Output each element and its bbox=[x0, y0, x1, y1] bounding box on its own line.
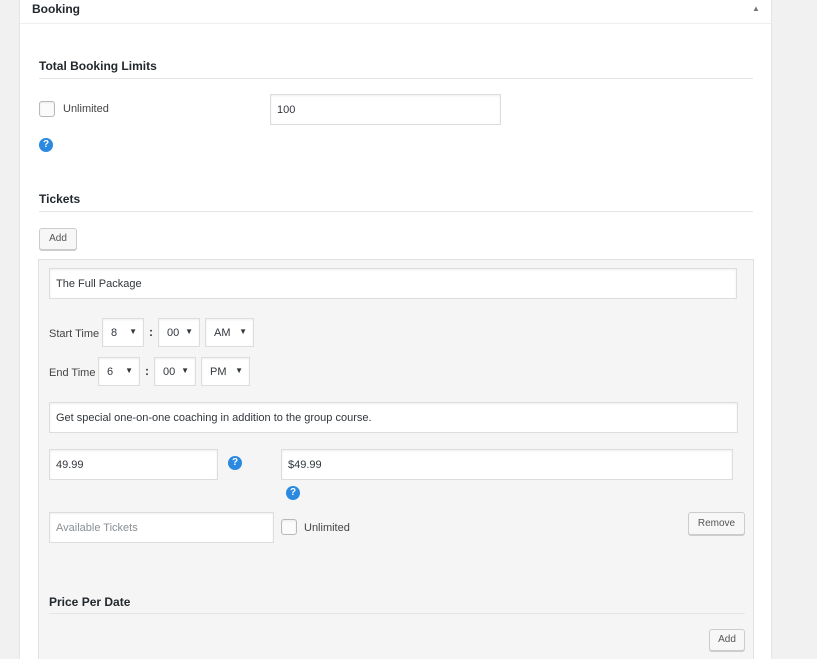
ticket-price-label-input[interactable] bbox=[281, 449, 733, 480]
booking-metabox: Booking ▲ Total Booking Limits Unlimited… bbox=[19, 0, 772, 659]
chevron-down-icon: ▼ bbox=[181, 366, 189, 375]
price-label-help-icon[interactable]: ? bbox=[286, 486, 300, 500]
start-ampm-select[interactable]: AM ▼ bbox=[205, 318, 254, 347]
chevron-down-icon: ▼ bbox=[185, 327, 193, 336]
time-separator: : bbox=[145, 364, 149, 378]
metabox-title: Booking bbox=[32, 2, 80, 16]
start-ampm-value: AM bbox=[214, 327, 231, 339]
metabox-header[interactable]: Booking ▲ bbox=[20, 0, 771, 24]
ticket-item: Start Time 8 ▼ : 00 ▼ AM ▼ End Time 6 ▼ … bbox=[38, 259, 754, 659]
end-minute-select[interactable]: 00 ▼ bbox=[154, 357, 196, 386]
chevron-down-icon: ▼ bbox=[125, 366, 133, 375]
available-tickets-input[interactable] bbox=[49, 512, 274, 543]
price-help-icon[interactable]: ? bbox=[228, 456, 242, 470]
end-ampm-value: PM bbox=[210, 366, 227, 378]
section-title-booking-limits: Total Booking Limits bbox=[39, 59, 157, 73]
remove-ticket-button[interactable]: Remove bbox=[688, 512, 745, 535]
unlimited-bookings-label: Unlimited bbox=[63, 103, 109, 115]
start-hour-select[interactable]: 8 ▼ bbox=[102, 318, 144, 347]
unlimited-tickets-label: Unlimited bbox=[304, 522, 350, 534]
page-background-left bbox=[0, 0, 19, 659]
add-ticket-button[interactable]: Add bbox=[39, 228, 77, 250]
end-hour-select[interactable]: 6 ▼ bbox=[98, 357, 140, 386]
start-hour-value: 8 bbox=[111, 327, 118, 339]
collapse-toggle-icon[interactable]: ▲ bbox=[752, 4, 760, 13]
page-background-right bbox=[772, 0, 817, 659]
ticket-price-input[interactable] bbox=[49, 449, 218, 480]
time-separator: : bbox=[149, 325, 153, 339]
ticket-description-input[interactable] bbox=[49, 402, 738, 433]
unlimited-tickets-checkbox[interactable] bbox=[281, 519, 297, 535]
section-title-tickets: Tickets bbox=[39, 192, 81, 206]
booking-limit-input[interactable] bbox=[270, 94, 501, 125]
start-minute-value: 00 bbox=[167, 327, 180, 339]
section-divider bbox=[39, 211, 753, 212]
section-title-price-per-date: Price Per Date bbox=[49, 595, 131, 609]
chevron-down-icon: ▼ bbox=[235, 366, 243, 375]
section-divider bbox=[39, 78, 753, 79]
start-minute-select[interactable]: 00 ▼ bbox=[158, 318, 200, 347]
end-hour-value: 6 bbox=[107, 366, 114, 378]
ticket-name-input[interactable] bbox=[49, 268, 737, 299]
start-time-label: Start Time bbox=[49, 328, 100, 340]
chevron-down-icon: ▼ bbox=[239, 327, 247, 336]
add-price-per-date-button[interactable]: Add bbox=[709, 629, 745, 651]
end-ampm-select[interactable]: PM ▼ bbox=[201, 357, 250, 386]
chevron-down-icon: ▼ bbox=[129, 327, 137, 336]
booking-limit-help-icon[interactable]: ? bbox=[39, 138, 53, 152]
section-divider bbox=[49, 613, 745, 614]
end-time-label: End Time bbox=[49, 367, 96, 379]
unlimited-bookings-checkbox[interactable] bbox=[39, 101, 55, 117]
end-minute-value: 00 bbox=[163, 366, 176, 378]
